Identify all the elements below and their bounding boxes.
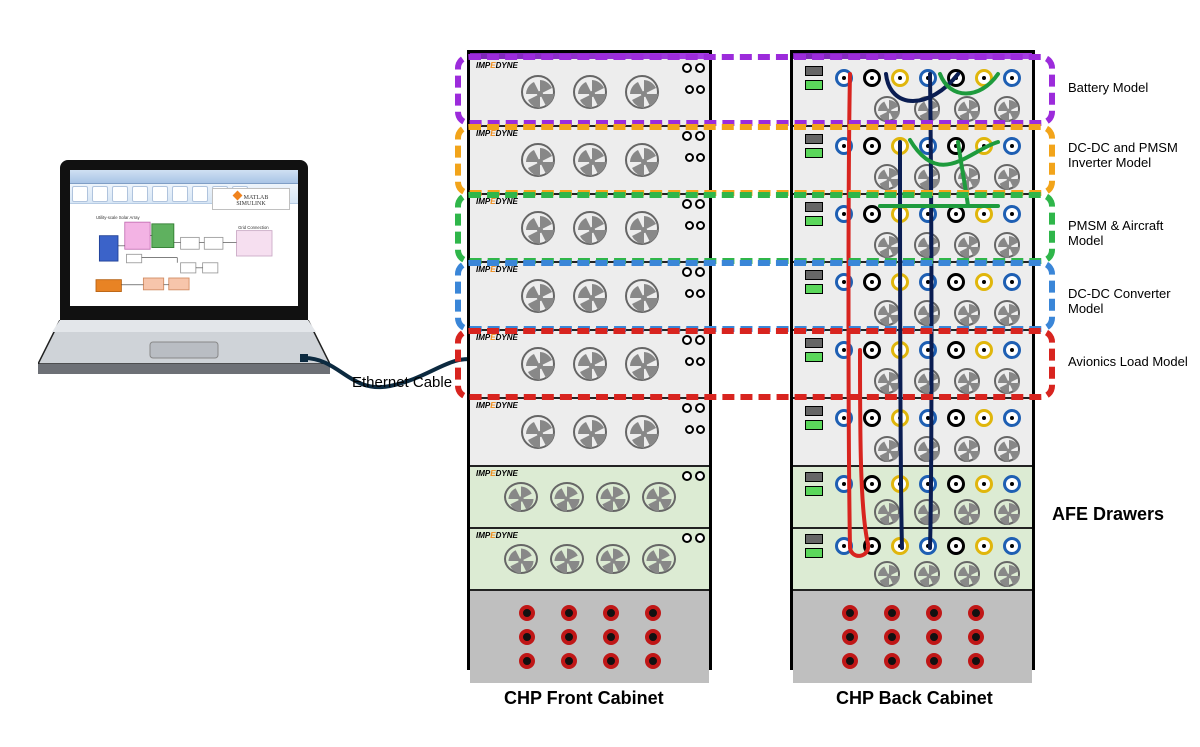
fan-icon [625, 75, 659, 109]
front-drawer: IMPEDYNE [470, 195, 709, 263]
jack-group [835, 69, 1021, 87]
laptop-screen: MATLAB SIMULINK Utility-scale Solar Arra… [60, 160, 308, 320]
drawer-switches [805, 66, 823, 90]
back-drawer [793, 195, 1032, 263]
simulink-canvas: Utility-scale Solar Array Grid Connectio… [76, 212, 292, 300]
front-drawer-ports [682, 63, 705, 73]
ring-label: Battery Model [1068, 80, 1198, 95]
front-drawer: IMPEDYNE [470, 263, 709, 331]
diagram-canvas: MATLAB SIMULINK Utility-scale Solar Arra… [0, 0, 1200, 747]
port-grid [519, 605, 661, 669]
model-caption-tl: Utility-scale Solar Array [96, 215, 140, 220]
front-drawer: IMPEDYNE [470, 59, 709, 127]
back-port-panel [793, 591, 1032, 683]
fan-icon [573, 143, 607, 177]
front-drawer: IMPEDYNE [470, 399, 709, 467]
back-afe-drawer [793, 467, 1032, 529]
fan-icon [625, 143, 659, 177]
front-drawer: IMPEDYNE [470, 331, 709, 399]
fan-icon [573, 75, 607, 109]
laptop-base [38, 320, 330, 380]
matlab-simulink-logo: MATLAB SIMULINK [212, 188, 290, 210]
front-port-panel [470, 591, 709, 683]
back-drawer [793, 263, 1032, 331]
back-drawer [793, 59, 1032, 127]
fan-icon [521, 75, 555, 109]
model-caption-tr: Grid Connection [238, 225, 269, 230]
ethernet-label: Ethernet Cable [352, 374, 452, 391]
front-afe-drawer: IMPEDYNE [470, 529, 709, 591]
ring-label: DC-DC Converter Model [1068, 286, 1198, 316]
fan-icon [521, 143, 555, 177]
ring-label: DC-DC and PMSM Inverter Model [1068, 140, 1198, 170]
drawer-brand-label: IMPEDYNE [476, 129, 518, 138]
front-cabinet-caption: CHP Front Cabinet [504, 688, 664, 709]
laptop: MATLAB SIMULINK Utility-scale Solar Arra… [38, 160, 330, 380]
back-drawer [793, 399, 1032, 467]
back-drawer [793, 127, 1032, 195]
drawer-brand-label: IMPEDYNE [476, 61, 518, 70]
back-afe-drawer [793, 529, 1032, 591]
chp-back-cabinet [790, 50, 1035, 670]
afe-drawers-label: AFE Drawers [1052, 504, 1164, 525]
brand-line2: SIMULINK [236, 201, 265, 207]
front-afe-drawer: IMPEDYNE [470, 467, 709, 529]
back-drawer [793, 331, 1032, 399]
ring-label: Avionics Load Model [1068, 354, 1198, 369]
ring-label: PMSM & Aircraft Model [1068, 218, 1198, 248]
fan-icon [874, 96, 900, 122]
chp-front-cabinet: IMPEDYNE IMPEDYNE IMPEDYNE [467, 50, 712, 670]
back-cabinet-caption: CHP Back Cabinet [836, 688, 993, 709]
front-drawer: IMPEDYNE [470, 127, 709, 195]
app-titlebar [70, 170, 298, 184]
